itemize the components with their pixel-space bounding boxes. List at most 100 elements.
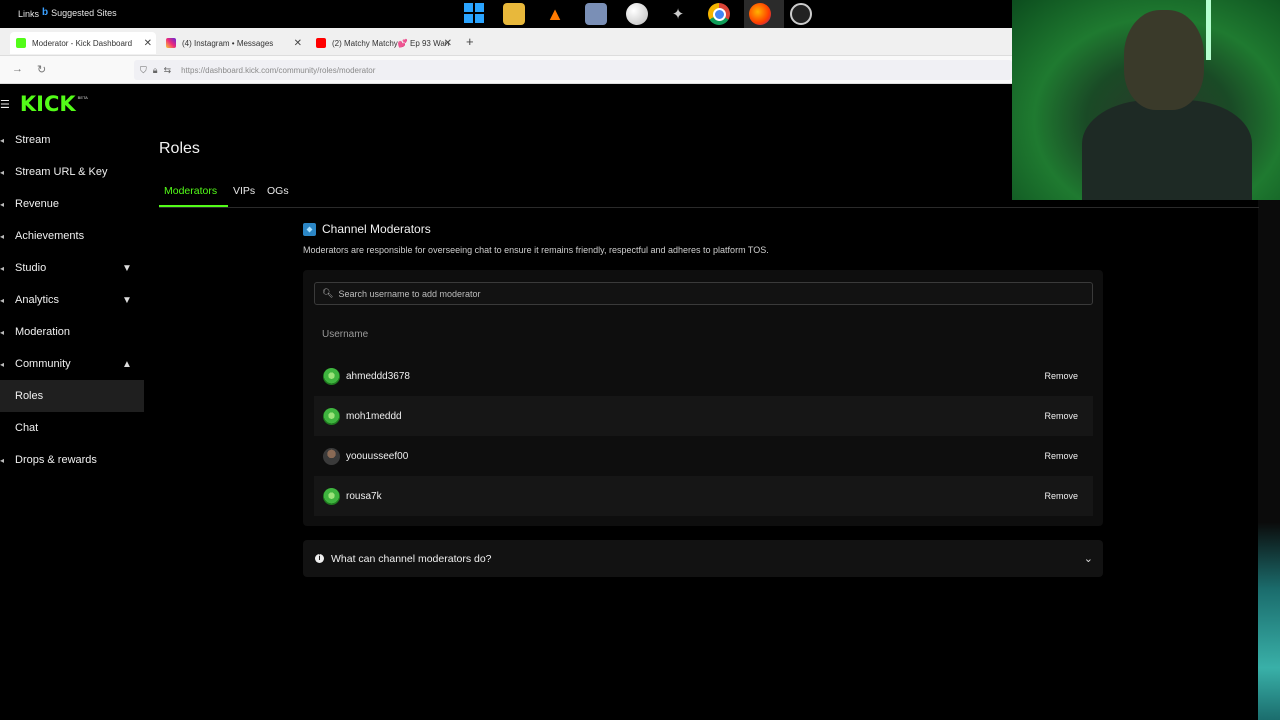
screen: Links b Suggested Sites ▲ ✦ Moderator - … xyxy=(0,0,1280,720)
chevron-down-icon[interactable]: ▼ xyxy=(121,295,133,306)
sidebar-item-label: Stream xyxy=(15,134,51,146)
kick-wordmark: KICK xyxy=(19,92,76,116)
section-description: Moderators are responsible for overseein… xyxy=(303,245,769,255)
sidebar-item-stream[interactable]: ◂ Stream xyxy=(0,124,144,156)
chevron-up-icon[interactable]: ▲ xyxy=(121,359,133,370)
nav-bullet-icon: ◂ xyxy=(0,359,5,369)
nav-bullet-icon: ◂ xyxy=(0,199,5,209)
faq-accordion[interactable]: i What can channel moderators do? ⌄ xyxy=(303,540,1103,577)
windows-start-icon[interactable] xyxy=(464,3,484,23)
instagram-icon xyxy=(166,38,176,48)
person-head xyxy=(1124,10,1204,110)
moderator-shield-icon xyxy=(303,222,316,236)
search-input[interactable] xyxy=(338,288,1079,299)
table-row: yoouusseef00 Remove xyxy=(314,436,1093,476)
sidebar-item-moderation[interactable]: ◂ Moderation xyxy=(0,316,144,348)
chevron-down-icon[interactable]: ▼ xyxy=(121,263,133,274)
address-bar[interactable]: ⛉ 🔒︎ ⇆ https://dashboard.kick.com/commun… xyxy=(134,60,1012,80)
browser-tab-instagram[interactable]: (4) Instagram • Messages ✕ xyxy=(160,32,306,54)
section-title: Channel Moderators xyxy=(322,222,431,236)
browser-tab-kick[interactable]: Moderator - Kick Dashboard ✕ xyxy=(10,32,156,54)
tab-moderators[interactable]: Moderators xyxy=(164,185,217,197)
file-explorer-icon[interactable] xyxy=(503,3,525,25)
nav-bullet-icon: ◂ xyxy=(0,263,5,273)
table-row: rousa7k Remove xyxy=(314,476,1093,516)
tab-vips[interactable]: VIPs xyxy=(233,185,255,197)
ball-app-icon[interactable] xyxy=(626,3,648,25)
username[interactable]: moh1meddd xyxy=(346,411,402,422)
sidebar-item-chat[interactable]: Chat xyxy=(0,412,144,444)
avatar xyxy=(323,447,340,465)
new-tab-button[interactable]: + xyxy=(466,34,474,49)
sidebar-item-label: Analytics xyxy=(15,294,60,306)
close-tab-icon[interactable]: ✕ xyxy=(444,38,452,49)
sidebar-item-label: Community xyxy=(15,358,71,370)
tab-title: Moderator - Kick Dashboard xyxy=(32,38,133,48)
browser-tab-youtube[interactable]: (2) Matchy Matchy💕 Ep 93 Wan ✕ xyxy=(310,32,456,54)
beta-label: BETA xyxy=(77,94,88,100)
url-text[interactable]: https://dashboard.kick.com/community/rol… xyxy=(181,66,375,75)
bookmark-suggested-sites[interactable]: b Suggested Sites xyxy=(42,7,117,18)
sidebar-item-revenue[interactable]: ◂ Revenue xyxy=(0,188,144,220)
sidebar-item-label: Moderation xyxy=(15,326,71,338)
chrome-icon[interactable] xyxy=(708,3,730,25)
sidebar-item-drops-rewards[interactable]: ◂ Drops & rewards xyxy=(0,444,144,476)
close-tab-icon[interactable]: ✕ xyxy=(294,38,302,49)
taskbar-icons: ▲ ✦ xyxy=(464,3,812,25)
nav-bullet-icon: ◂ xyxy=(0,135,5,145)
roles-tabs: Moderators VIPs OGs xyxy=(159,184,1259,208)
remove-button[interactable]: Remove xyxy=(1044,371,1078,381)
nav-bullet-icon: ◂ xyxy=(0,327,5,337)
shield-icon[interactable]: ⛉ xyxy=(140,65,147,76)
sidebar-item-label: Chat xyxy=(15,422,39,434)
section-header: Channel Moderators xyxy=(303,222,431,236)
forward-icon[interactable]: → xyxy=(12,63,23,75)
page-title: Roles xyxy=(159,140,200,157)
bookmark-suggested-label: Suggested Sites xyxy=(51,7,117,18)
obs-icon[interactable] xyxy=(790,3,812,25)
bookmark-links[interactable]: Links xyxy=(18,9,39,19)
nav-bullet-icon: ◂ xyxy=(0,455,5,465)
chevron-down-icon[interactable]: ⌄ xyxy=(1084,552,1093,565)
sidebar-item-analytics[interactable]: ◂ Analytics ▼ xyxy=(0,284,144,316)
avatar xyxy=(323,487,340,505)
browser-tab-strip: Moderator - Kick Dashboard ✕ (4) Instagr… xyxy=(0,28,1012,56)
sidebar-item-studio[interactable]: ◂ Studio ▼ xyxy=(0,252,144,284)
sidebar-item-label: Revenue xyxy=(15,198,60,210)
nav-bullet-icon: ◂ xyxy=(0,231,5,241)
kick-logo[interactable]: ☰ KICK BETA xyxy=(0,92,88,116)
remove-button[interactable]: Remove xyxy=(1044,411,1078,421)
table-row: moh1meddd Remove xyxy=(314,396,1093,436)
permissions-icon[interactable]: ⇆ xyxy=(164,65,172,76)
satellite-icon[interactable]: ✦ xyxy=(667,3,689,25)
light-bar xyxy=(1206,0,1211,60)
remove-button[interactable]: Remove xyxy=(1044,491,1078,501)
sidebar-item-roles[interactable]: Roles xyxy=(0,380,144,412)
sidebar: ◂ Stream ◂ Stream URL & Key ◂ Revenue ◂ Achi… xyxy=(0,124,144,476)
sidebar-item-label: Studio xyxy=(15,262,47,274)
avatar xyxy=(323,407,340,425)
menu-icon[interactable]: ☰ xyxy=(0,98,10,111)
faq-question: What can channel moderators do? xyxy=(331,552,492,565)
app-icon[interactable] xyxy=(585,3,607,25)
username[interactable]: ahmeddd3678 xyxy=(346,371,410,382)
tab-ogs[interactable]: OGs xyxy=(267,185,289,197)
sidebar-item-stream-url-key[interactable]: ◂ Stream URL & Key xyxy=(0,156,144,188)
sidebar-item-community[interactable]: ◂ Community ▲ xyxy=(0,348,144,380)
add-moderator-search[interactable]: 🔍︎ xyxy=(314,282,1093,305)
lock-icon[interactable]: 🔒︎ xyxy=(153,65,158,76)
vlc-icon[interactable]: ▲ xyxy=(544,3,566,25)
webcam-overlay xyxy=(1012,0,1280,200)
close-tab-icon[interactable]: ✕ xyxy=(144,38,152,49)
firefox-icon[interactable] xyxy=(749,3,771,25)
sidebar-item-label: Achievements xyxy=(15,230,85,242)
nav-bullet-icon: ◂ xyxy=(0,167,5,177)
reload-icon[interactable]: ↻ xyxy=(37,63,46,76)
remove-button[interactable]: Remove xyxy=(1044,451,1078,461)
table-row: ahmeddd3678 Remove xyxy=(314,356,1093,396)
username[interactable]: rousa7k xyxy=(346,491,382,502)
info-icon: i xyxy=(315,554,324,563)
bing-icon: b xyxy=(42,7,49,18)
sidebar-item-achievements[interactable]: ◂ Achievements xyxy=(0,220,144,252)
username[interactable]: yoouusseef00 xyxy=(346,451,408,462)
